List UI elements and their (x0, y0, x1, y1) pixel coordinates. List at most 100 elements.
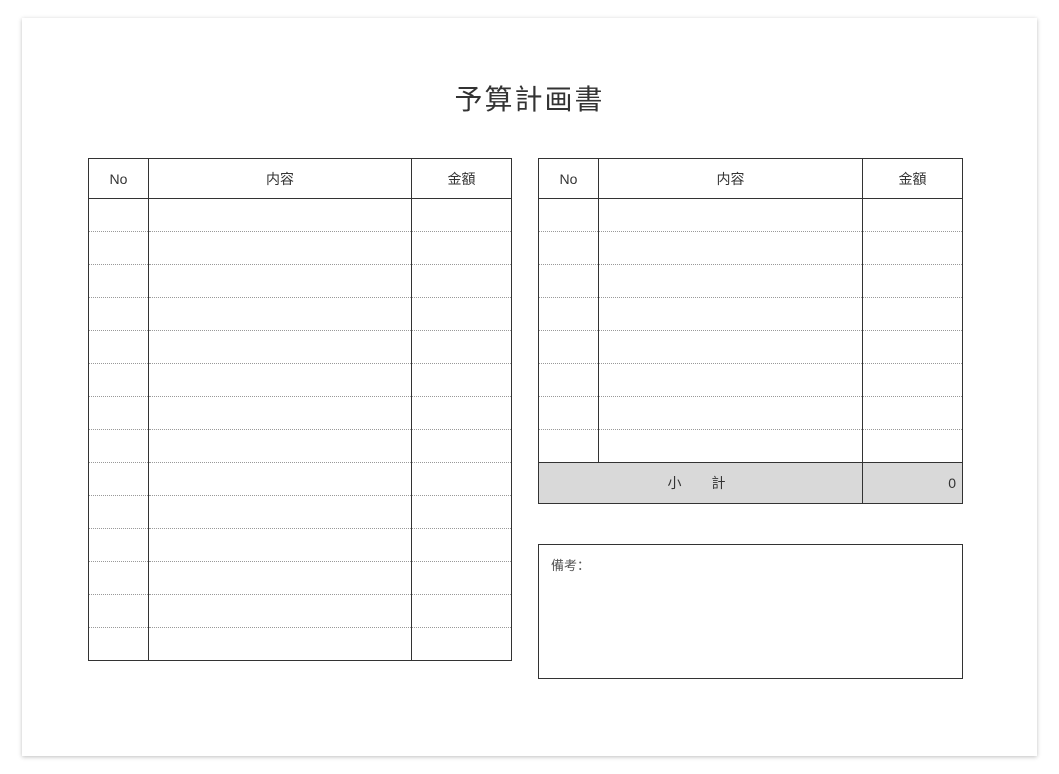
cell-amount (863, 397, 963, 430)
cell-content (149, 397, 412, 430)
cell-no (89, 232, 149, 265)
cell-no (539, 232, 599, 265)
cell-content (149, 232, 412, 265)
table-row (89, 628, 512, 661)
cell-no (539, 298, 599, 331)
table-row (89, 265, 512, 298)
cell-content (149, 430, 412, 463)
cell-content (599, 298, 863, 331)
header-amount-right: 金額 (863, 159, 963, 199)
right-column: No 内容 金額 小 計 0 備考： (538, 158, 963, 679)
table-row (89, 430, 512, 463)
cell-content (149, 331, 412, 364)
header-content-left: 内容 (149, 159, 412, 199)
table-row (539, 232, 963, 265)
table-row (89, 529, 512, 562)
cell-no (89, 496, 149, 529)
cell-no (539, 397, 599, 430)
header-content-right: 内容 (599, 159, 863, 199)
cell-content (149, 595, 412, 628)
cell-content (149, 496, 412, 529)
budget-table-left: No 内容 金額 (88, 158, 512, 661)
table-row (89, 364, 512, 397)
cell-content (149, 529, 412, 562)
cell-no (539, 199, 599, 232)
cell-amount (412, 628, 512, 661)
cell-amount (863, 232, 963, 265)
cell-amount (412, 298, 512, 331)
cell-content (149, 364, 412, 397)
table-row (89, 331, 512, 364)
cell-no (89, 463, 149, 496)
cell-no (539, 331, 599, 364)
cell-amount (412, 430, 512, 463)
cell-amount (863, 331, 963, 364)
cell-amount (412, 595, 512, 628)
cell-amount (412, 397, 512, 430)
cell-content (599, 199, 863, 232)
cell-content (599, 430, 863, 463)
notes-box: 備考： (538, 544, 963, 679)
table-row (539, 298, 963, 331)
cell-content (599, 265, 863, 298)
cell-no (89, 562, 149, 595)
table-row (89, 595, 512, 628)
cell-no (89, 199, 149, 232)
table-row (89, 199, 512, 232)
table-row (539, 430, 963, 463)
cell-content (149, 298, 412, 331)
header-amount-left: 金額 (412, 159, 512, 199)
cell-no (89, 331, 149, 364)
table-row (539, 397, 963, 430)
cell-amount (412, 331, 512, 364)
left-column: No 内容 金額 (88, 158, 512, 679)
cell-amount (412, 265, 512, 298)
cell-no (89, 628, 149, 661)
document-container: 予算計画書 No 内容 金額 (22, 18, 1037, 756)
cell-content (149, 199, 412, 232)
table-row (539, 199, 963, 232)
table-row (89, 562, 512, 595)
cell-no (89, 529, 149, 562)
cell-content (149, 463, 412, 496)
notes-label: 備考： (551, 558, 590, 573)
cell-content (599, 331, 863, 364)
cell-content (599, 397, 863, 430)
cell-no (539, 265, 599, 298)
table-row (89, 496, 512, 529)
table-row (539, 364, 963, 397)
subtotal-row: 小 計 0 (538, 463, 963, 504)
table-row (539, 331, 963, 364)
cell-no (89, 298, 149, 331)
subtotal-label: 小 計 (539, 463, 863, 503)
cell-amount (863, 298, 963, 331)
subtotal-value: 0 (863, 463, 963, 503)
cell-no (89, 265, 149, 298)
header-no-left: No (89, 159, 149, 199)
cell-amount (863, 265, 963, 298)
cell-no (89, 364, 149, 397)
cell-amount (412, 364, 512, 397)
header-no-right: No (539, 159, 599, 199)
cell-no (539, 430, 599, 463)
cell-content (149, 265, 412, 298)
cell-no (89, 595, 149, 628)
cell-amount (863, 199, 963, 232)
cell-amount (412, 232, 512, 265)
document-title: 予算計画書 (22, 18, 1037, 158)
cell-no (539, 364, 599, 397)
cell-amount (412, 562, 512, 595)
content-area: No 内容 金額 No 内容 (22, 158, 1037, 679)
table-row (89, 397, 512, 430)
cell-amount (412, 199, 512, 232)
cell-content (599, 364, 863, 397)
table-row (89, 463, 512, 496)
cell-content (149, 562, 412, 595)
cell-no (89, 430, 149, 463)
cell-amount (412, 496, 512, 529)
cell-amount (863, 430, 963, 463)
cell-content (149, 628, 412, 661)
table-row (89, 232, 512, 265)
cell-no (89, 397, 149, 430)
cell-amount (412, 529, 512, 562)
